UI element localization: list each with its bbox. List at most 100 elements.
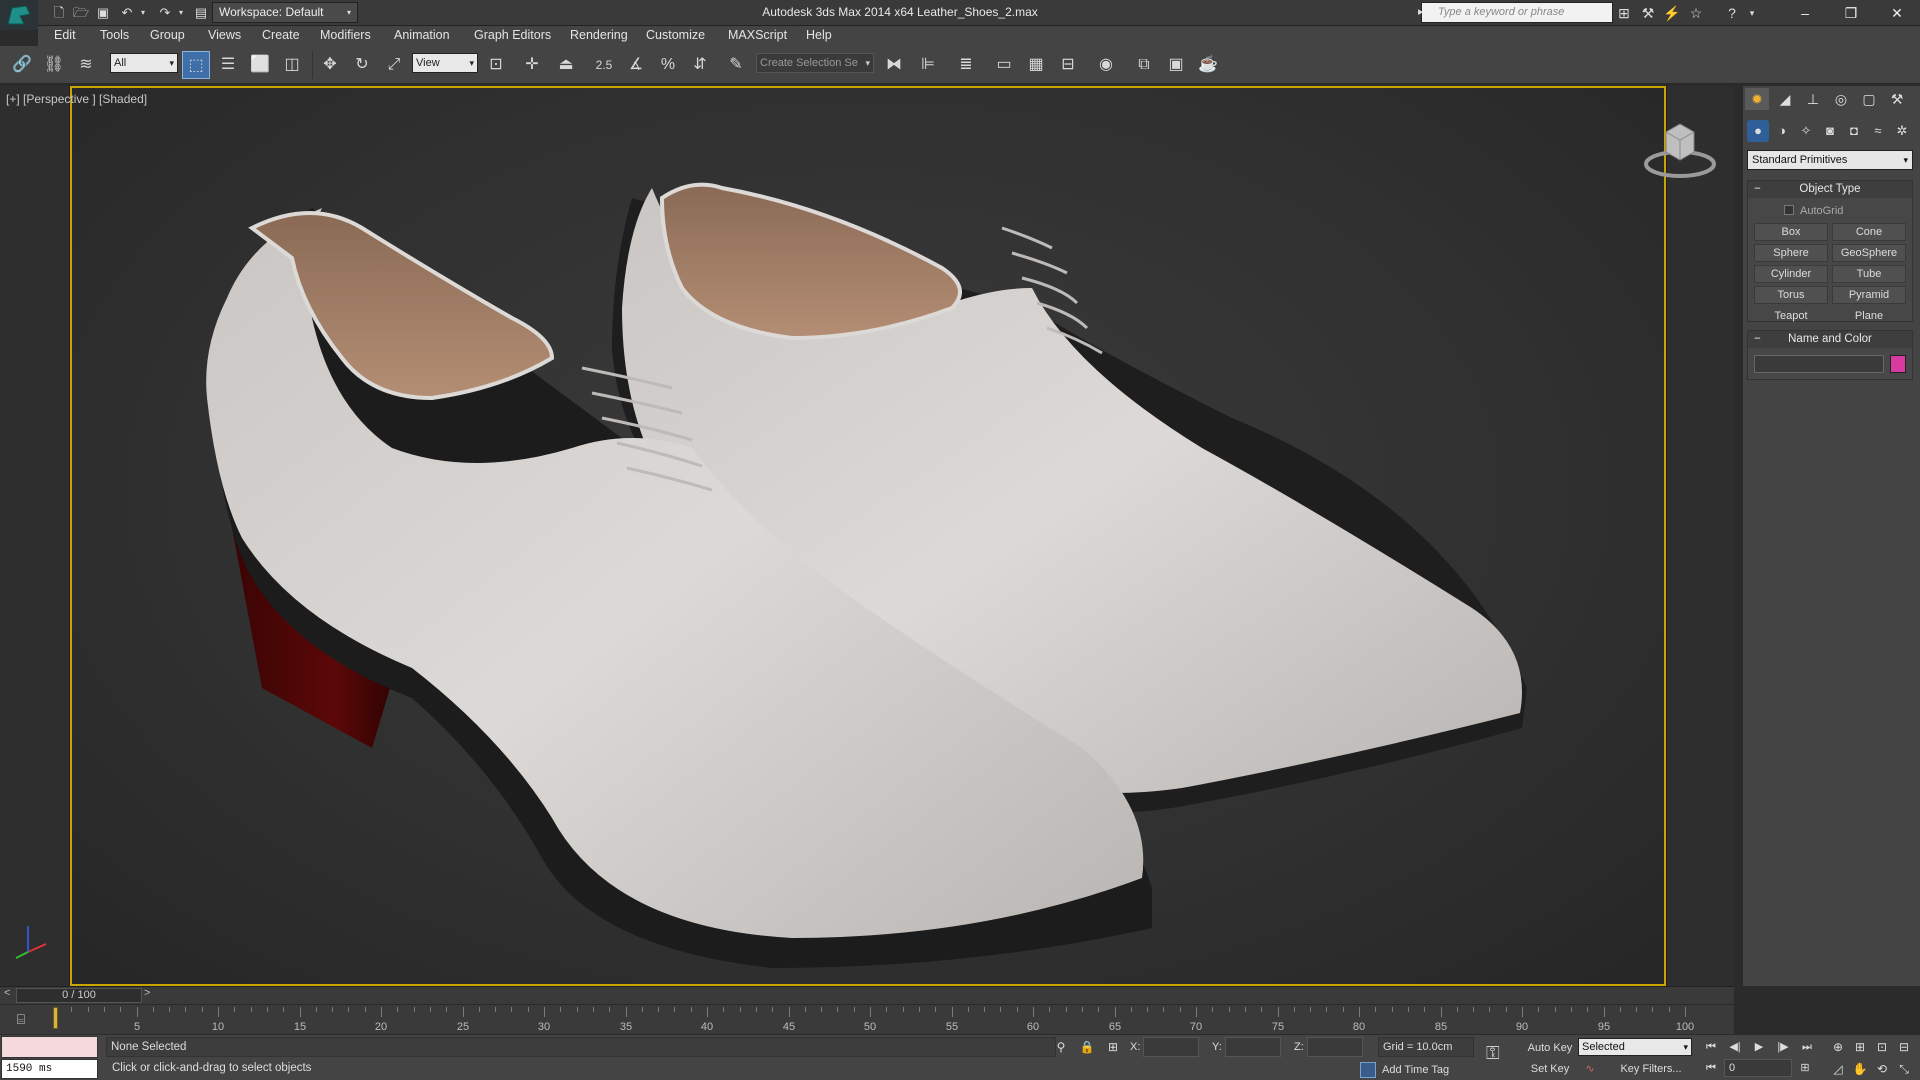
teapot-button[interactable]: Teapot <box>1754 307 1828 325</box>
time-configuration-icon[interactable]: ⊞ <box>1794 1059 1816 1077</box>
viewcube-icon[interactable] <box>1640 118 1720 182</box>
set-keys-key-icon[interactable]: ⚿ <box>1486 1043 1518 1071</box>
menu-maxscript[interactable]: MAXScript <box>728 28 787 42</box>
y-coord-input[interactable] <box>1225 1037 1281 1057</box>
help-icon[interactable]: ? <box>1722 3 1742 23</box>
modify-tab-icon[interactable]: ◢ <box>1773 88 1797 110</box>
helpers-category-icon[interactable]: ◘ <box>1843 120 1865 142</box>
selection-lock-icon[interactable]: 🔒 <box>1078 1038 1096 1056</box>
binoculars-icon[interactable]: ⊞ <box>1614 3 1634 23</box>
angle-snap-icon[interactable]: ∡ <box>622 51 650 79</box>
previous-frame-arrow-icon[interactable]: < <box>4 987 10 999</box>
menu-create[interactable]: Create <box>262 28 300 42</box>
open-mini-curve-editor-icon[interactable]: ⌸ <box>8 1011 34 1031</box>
percent-snap-icon[interactable]: % <box>654 51 682 79</box>
bind-to-space-warp-icon[interactable]: ≋ <box>72 51 100 79</box>
material-editor-icon[interactable]: ◉ <box>1092 51 1120 79</box>
key-mode-dropdown[interactable]: Selected ▾ <box>1578 1038 1692 1056</box>
schematic-view-icon[interactable]: ⊟ <box>1054 51 1082 79</box>
object-category-dropdown[interactable]: Standard Primitives ▾ <box>1747 150 1913 170</box>
rectangular-selection-icon[interactable]: ⬜ <box>246 51 274 79</box>
viewport-label-menu[interactable]: [+] [Perspective ] [Shaded] <box>6 92 147 106</box>
snaps-toggle-icon[interactable]: 2.5 <box>590 51 618 79</box>
cameras-category-icon[interactable]: ◙ <box>1819 120 1841 142</box>
curve-editor-icon[interactable]: ▦ <box>1022 51 1050 79</box>
menu-modifiers[interactable]: Modifiers <box>320 28 371 42</box>
selection-filter-dropdown[interactable]: All ▾ <box>110 53 178 73</box>
next-frame-arrow-icon[interactable]: > <box>144 987 150 999</box>
restore-button[interactable]: ❐ <box>1828 0 1874 26</box>
hierarchy-tab-icon[interactable]: ⊥ <box>1801 88 1825 110</box>
systems-category-icon[interactable]: ✲ <box>1891 120 1913 142</box>
maximize-viewport-toggle-icon[interactable]: ⤡ <box>1894 1059 1914 1079</box>
communication-center-icon[interactable]: ⚡ <box>1662 3 1682 23</box>
graphite-ribbon-icon[interactable]: ▭ <box>990 51 1018 79</box>
key-filters-curve-icon[interactable]: ∿ <box>1580 1060 1600 1078</box>
favorites-star-icon[interactable]: ☆ <box>1686 3 1706 23</box>
render-production-teapot-icon[interactable]: ☕ <box>1194 51 1222 79</box>
key-mode-toggle-icon[interactable]: ⏮ <box>1700 1059 1722 1077</box>
current-frame-marker[interactable] <box>53 1007 58 1029</box>
set-key-button[interactable]: Set Key <box>1524 1060 1576 1078</box>
previous-frame-icon[interactable]: ◀| <box>1724 1038 1746 1056</box>
object-type-rollout-header[interactable]: − Object Type <box>1748 181 1912 198</box>
render-setup-icon[interactable]: ⧉ <box>1130 51 1158 79</box>
select-by-name-icon[interactable]: ☰ <box>214 51 242 79</box>
menu-customize[interactable]: Customize <box>646 28 705 42</box>
create-tab-icon[interactable]: ✹ <box>1745 88 1769 110</box>
unlink-selection-icon[interactable]: ⛓ <box>40 51 68 79</box>
field-of-view-icon[interactable]: ◿ <box>1828 1059 1848 1079</box>
auto-key-button[interactable]: Auto Key <box>1524 1039 1576 1057</box>
box-button[interactable]: Box <box>1754 223 1828 241</box>
zoom-icon[interactable]: ⊕ <box>1828 1037 1848 1057</box>
minimize-button[interactable]: – <box>1782 0 1828 26</box>
zoom-extents-icon[interactable]: ⊡ <box>1872 1037 1892 1057</box>
orbit-icon[interactable]: ⟲ <box>1872 1059 1892 1079</box>
absolute-transform-mode-icon[interactable]: ⊞ <box>1104 1038 1122 1056</box>
pan-view-icon[interactable]: ✋ <box>1850 1059 1870 1079</box>
autogrid-checkbox[interactable]: AutoGrid <box>1784 205 1843 217</box>
rendered-frame-window-icon[interactable]: ▣ <box>1162 51 1190 79</box>
lights-category-icon[interactable]: ✧ <box>1795 120 1817 142</box>
plane-button[interactable]: Plane <box>1832 307 1906 325</box>
maxscript-listener-input[interactable] <box>1 1036 98 1058</box>
geometry-category-icon[interactable]: ● <box>1747 120 1769 142</box>
subscription-icon[interactable]: ⚒ <box>1638 3 1658 23</box>
edit-named-selection-icon[interactable]: ✎ <box>722 51 750 79</box>
menu-animation[interactable]: Animation <box>394 28 450 42</box>
key-filters-button[interactable]: Key Filters... <box>1606 1060 1696 1078</box>
next-frame-icon[interactable]: |▶ <box>1772 1038 1794 1056</box>
spinner-snap-icon[interactable]: ⇵ <box>686 51 714 79</box>
add-time-tag-button[interactable]: Add Time Tag <box>1360 1061 1500 1079</box>
help-dropdown-icon[interactable]: ▾ <box>1742 3 1762 23</box>
menu-graph-editors[interactable]: Graph Editors <box>474 28 551 42</box>
layer-manager-icon[interactable]: ≣ <box>952 51 980 79</box>
shapes-category-icon[interactable]: ◑ <box>1771 120 1793 142</box>
named-selection-sets-dropdown[interactable]: Create Selection Se ▾ <box>756 53 874 73</box>
menu-help[interactable]: Help <box>806 28 832 42</box>
sphere-button[interactable]: Sphere <box>1754 244 1828 262</box>
display-tab-icon[interactable]: ▢ <box>1857 88 1881 110</box>
frame-ruler[interactable]: 5 10 15 20 25 30 35 40 45 50 55 60 65 70 75 80 85 90 95 100 <box>55 1007 1694 1033</box>
infocenter-search-input[interactable]: ▸ Type a keyword or phrase <box>1418 2 1613 23</box>
menu-views[interactable]: Views <box>208 28 241 42</box>
space-warps-category-icon[interactable]: ≈ <box>1867 120 1889 142</box>
x-coord-input[interactable] <box>1143 1037 1199 1057</box>
time-slider-thumb[interactable]: 0 / 100 <box>16 988 142 1003</box>
align-icon[interactable]: ⊫ <box>914 51 942 79</box>
perspective-viewport[interactable] <box>70 86 1666 986</box>
name-and-color-rollout-header[interactable]: − Name and Color <box>1748 331 1912 348</box>
select-and-rotate-icon[interactable]: ↻ <box>348 51 376 79</box>
object-name-input[interactable] <box>1754 355 1884 373</box>
reference-coordinate-dropdown[interactable]: View ▾ <box>412 53 478 73</box>
zoom-all-icon[interactable]: ⊞ <box>1850 1037 1870 1057</box>
utilities-tab-icon[interactable]: ⚒ <box>1885 88 1909 110</box>
select-manipulate-icon[interactable]: ✛ <box>518 51 546 79</box>
select-and-move-icon[interactable]: ✥ <box>316 51 344 79</box>
mirror-icon[interactable]: ⧓ <box>880 51 908 79</box>
select-object-icon[interactable]: ⬚ <box>182 51 210 79</box>
motion-tab-icon[interactable]: ◎ <box>1829 88 1853 110</box>
zoom-extents-all-icon[interactable]: ⊟ <box>1894 1037 1914 1057</box>
cylinder-button[interactable]: Cylinder <box>1754 265 1828 283</box>
close-button[interactable]: ✕ <box>1874 0 1920 26</box>
